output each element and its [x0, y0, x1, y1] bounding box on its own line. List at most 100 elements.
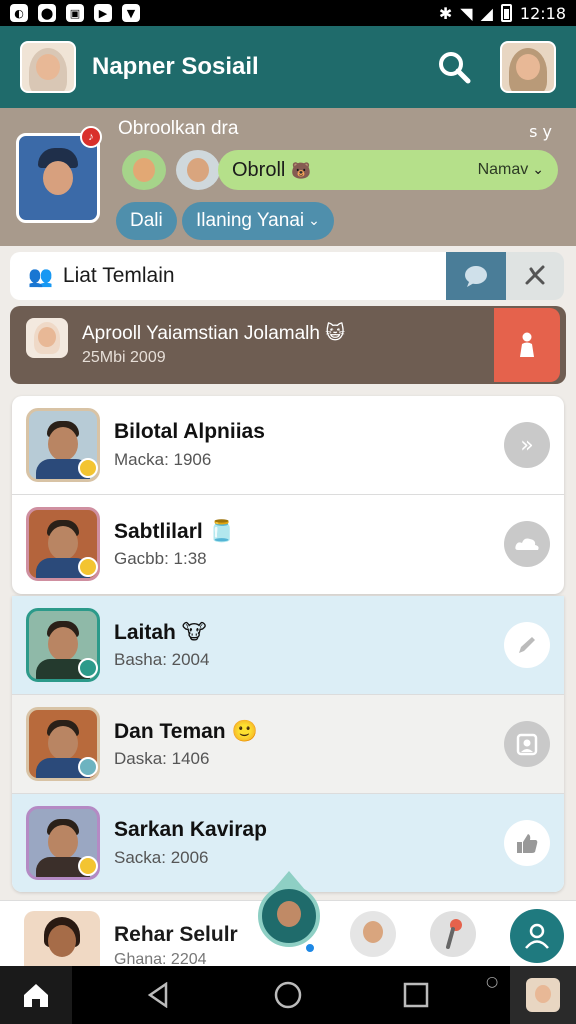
- notification-badge: ♪: [80, 126, 102, 148]
- chat-bubble-icon: [465, 266, 487, 287]
- app-icon-4: ▶: [94, 4, 112, 22]
- circle-icon: [274, 981, 302, 1009]
- contact-emoji: 🫙: [208, 519, 235, 543]
- contact-list-bottom: Laitah 🐮 Basha: 2004 Dan Teman 🙂 Daska: …: [12, 596, 564, 892]
- status-bar: ◐ ⬤ ▣ ▶ ▼ ✱ ◥ ◢ 12:18: [0, 0, 576, 26]
- verified-badge: [78, 757, 98, 777]
- friend-avatar-1[interactable]: [122, 150, 166, 190]
- contact-name: Laitah 🐮: [114, 620, 207, 644]
- forward-button[interactable]: »: [504, 422, 550, 468]
- like-button[interactable]: [504, 820, 550, 866]
- contact-row[interactable]: Dan Teman 🙂 Daska: 1406: [12, 695, 564, 794]
- center-avatar-button[interactable]: [258, 885, 320, 947]
- verified-badge: [78, 856, 98, 876]
- profile-name: Obroolkan dra: [118, 118, 239, 139]
- chip-ilaning[interactable]: Ilaning Yanai ⌄: [182, 202, 334, 240]
- contact-subtitle: Basha: 2004: [114, 650, 210, 669]
- cloud-button[interactable]: [504, 521, 550, 567]
- contact-subtitle: Daska: 1406: [114, 749, 210, 768]
- back-icon: [147, 982, 168, 1008]
- pin-icon: [446, 919, 462, 949]
- banner-title: Aprooll Yaiamstian Jolamalh 😺: [82, 322, 346, 344]
- wifi-icon: ◥: [460, 3, 473, 23]
- pencil-icon: [519, 637, 535, 653]
- user-avatar[interactable]: [20, 41, 76, 93]
- system-nav-bar: ○: [0, 966, 576, 1024]
- contact-name: Sabtlilarl 🫙: [114, 519, 235, 543]
- profile-section: ♪ Obroolkan dra s y Obroll 🐻 Namav ⌄ Dal…: [0, 108, 576, 246]
- small-circle-icon: ○: [486, 974, 499, 990]
- see-friends-bar[interactable]: 👥 Liat Temlain: [10, 252, 446, 300]
- contact-row[interactable]: Laitah 🐮 Basha: 2004: [12, 596, 564, 695]
- verified-badge: [78, 458, 98, 478]
- app-title: Napner Sosiail: [92, 53, 259, 80]
- home-circle-button[interactable]: [258, 966, 318, 1024]
- contact-subtitle: Sacka: 2006: [114, 848, 209, 867]
- friend-avatar-2[interactable]: [176, 150, 220, 190]
- online-indicator: [304, 942, 316, 954]
- bluetooth-icon: ✱: [438, 3, 453, 23]
- edit-button[interactable]: [504, 622, 550, 668]
- bottom-tray: Rehar Selulr Ghana: 2204: [0, 871, 576, 969]
- chat-pill[interactable]: Obroll 🐻 Namav ⌄: [218, 150, 558, 190]
- tray-friend-avatar[interactable]: [350, 911, 396, 957]
- contact-name: Dan Teman 🙂: [114, 719, 258, 743]
- chat-pill-name: Namav: [477, 161, 529, 178]
- app-icon-3: ▣: [66, 4, 84, 22]
- share-button[interactable]: [506, 252, 564, 300]
- chip-dali[interactable]: Dali: [116, 202, 177, 240]
- profile-card-button[interactable]: [504, 721, 550, 767]
- back-button[interactable]: [128, 966, 188, 1024]
- battery-icon: [500, 4, 512, 22]
- contact-row[interactable]: Bilotal Alpniias Macka: 1906 »: [12, 396, 564, 495]
- banner-action-button[interactable]: [494, 308, 560, 382]
- chip-label: Dali: [130, 210, 163, 231]
- nav-avatar[interactable]: [510, 966, 576, 1024]
- banner-emoji: 😺: [325, 322, 346, 344]
- thumbs-up-icon: [517, 834, 538, 853]
- clock: 12:18: [519, 3, 566, 23]
- contact-subtitle: Gacbb: 1:38: [114, 549, 207, 568]
- tray-name: Rehar Selulr: [114, 923, 238, 946]
- contact-list-top: Bilotal Alpniias Macka: 1906 » Sabtlilar…: [12, 396, 564, 594]
- cloud-icon: [515, 538, 539, 550]
- profile-avatar[interactable]: [500, 41, 556, 93]
- profile-button[interactable]: [510, 909, 564, 963]
- tray-settings-avatar[interactable]: [430, 911, 476, 957]
- chat-pill-emoji: 🐻: [291, 160, 312, 180]
- banner-date: 25Mbi 2009: [82, 349, 166, 366]
- share-icon: [525, 265, 545, 285]
- chevron-right-icon: »: [520, 432, 534, 458]
- contact-name: Bilotal Alpniias: [114, 420, 265, 443]
- contact-name: Sarkan Kavirap: [114, 818, 267, 841]
- contact-emoji: 🙂: [231, 719, 258, 743]
- contact-subtitle: Macka: 1906: [114, 450, 212, 469]
- signal-icon: ◢: [480, 3, 493, 23]
- app-icon-2: ⬤: [38, 4, 56, 22]
- contact-row[interactable]: Sabtlilarl 🫙 Gacbb: 1:38: [12, 495, 564, 594]
- app-icon-1: ◐: [10, 4, 28, 22]
- home-icon: [24, 984, 48, 1007]
- id-card-icon: [516, 733, 538, 756]
- shield-icon: ▼: [122, 4, 140, 22]
- contact-emoji: 🐮: [181, 620, 207, 644]
- profile-extra: s y: [529, 122, 552, 141]
- app-bar: Napner Sosiail: [0, 26, 576, 108]
- chat-bubble-button[interactable]: [446, 252, 506, 300]
- recents-button[interactable]: [386, 966, 446, 1024]
- person-icon: [520, 332, 534, 357]
- chip-label: Ilaning Yanai: [196, 210, 305, 231]
- announcement-banner[interactable]: Aprooll Yaiamstian Jolamalh 😺 25Mbi 2009: [10, 306, 566, 384]
- home-button[interactable]: [0, 966, 72, 1024]
- chevron-down-icon: ⌄: [532, 162, 544, 178]
- banner-avatar: [26, 318, 68, 358]
- search-icon[interactable]: [436, 49, 472, 85]
- see-friends-label: Liat Temlain: [62, 264, 175, 287]
- chevron-down-icon: ⌄: [308, 213, 320, 229]
- verified-badge: [78, 557, 98, 577]
- tray-avatar[interactable]: [24, 911, 100, 969]
- chat-pill-label: Obroll: [232, 158, 286, 181]
- verified-badge: [78, 658, 98, 678]
- people-icon: 👥: [28, 264, 53, 288]
- user-icon: [525, 923, 549, 949]
